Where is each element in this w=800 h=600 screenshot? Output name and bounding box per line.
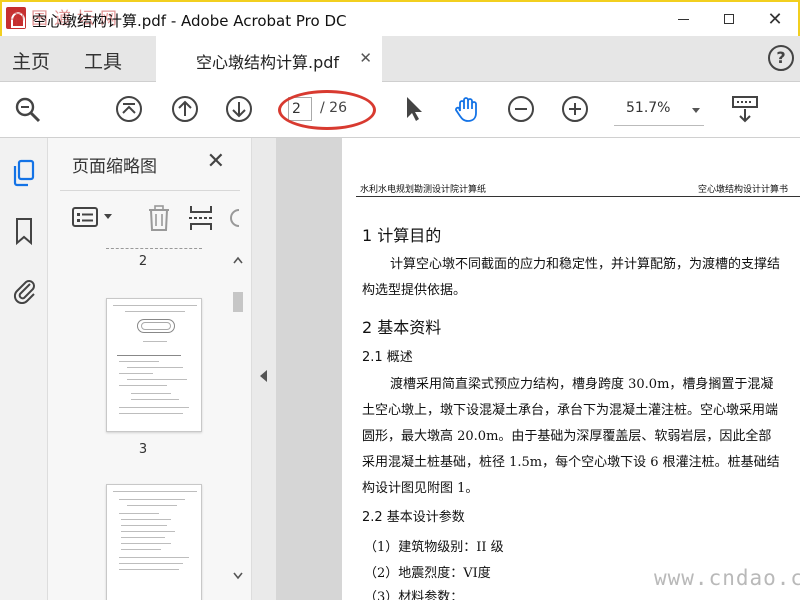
section-2-2-heading: 2.2 基本设计参数 xyxy=(362,510,465,525)
thumbnail-page-number: 2 xyxy=(138,254,148,269)
site-watermark: www.cndao.com xyxy=(654,566,800,590)
section-2-1-text: 渡槽采用简直梁式预应力结构，槽身跨度 30.0m，槽身搁置于混凝土空心墩上，墩下… xyxy=(362,377,780,496)
next-page-icon[interactable] xyxy=(224,94,254,124)
panel-collapse-strip[interactable] xyxy=(252,138,276,600)
thumbnail-page-1-edge xyxy=(106,248,202,249)
scroll-down-icon[interactable] xyxy=(233,572,243,580)
pdf-page: 水利水电规划勘测设计院计算纸 空心墩结构设计计算书 1 计算目的 计算空心墩不同… xyxy=(342,138,800,600)
page-thumbnails-icon[interactable] xyxy=(10,158,38,188)
panel-divider xyxy=(60,190,240,191)
rotate-page-icon[interactable] xyxy=(228,206,240,230)
minimize-icon xyxy=(677,18,689,20)
window-title: 空心墩结构计算.pdf - Adobe Acrobat Pro DC xyxy=(32,12,347,30)
section-2-heading: 2 基本资料 xyxy=(362,318,442,337)
panel-title: 页面缩略图 xyxy=(72,157,157,177)
select-cursor-icon[interactable] xyxy=(398,94,428,124)
maximize-button[interactable] xyxy=(706,2,752,36)
hand-tool-icon[interactable] xyxy=(452,94,482,124)
navigation-rail xyxy=(0,138,48,600)
thumbnail-list: 2 3 xyxy=(48,248,238,600)
page-header-right: 空心墩结构设计计算书 xyxy=(697,185,788,195)
attachment-icon[interactable] xyxy=(10,274,38,304)
search-zoom-icon[interactable] xyxy=(12,94,42,124)
tab-home[interactable]: 主页 xyxy=(12,47,50,74)
toolbar: / 26 51.7% xyxy=(0,82,800,138)
previous-page-icon[interactable] xyxy=(170,94,200,124)
section-1-text: 计算空心墩不同截面的应力和稳定性，并计算配筋，为渡槽的支撑结构选型提供依据。 xyxy=(362,257,781,298)
options-menu-icon[interactable] xyxy=(72,206,98,228)
param-item: （1）建筑物级别：II 级 xyxy=(364,540,504,555)
param-item: （3）材料参数： xyxy=(364,590,464,600)
chevron-down-icon[interactable] xyxy=(104,214,112,219)
zoom-out-icon[interactable] xyxy=(506,94,536,124)
document-view[interactable]: 水利水电规划勘测设计院计算纸 空心墩结构设计计算书 1 计算目的 计算空心墩不同… xyxy=(276,138,800,600)
close-tab-icon[interactable]: ✕ xyxy=(359,49,372,67)
panel-toolbar xyxy=(48,196,252,240)
delete-page-icon[interactable] xyxy=(146,204,172,232)
first-page-icon[interactable] xyxy=(114,94,144,124)
thumbnail-panel: 页面缩略图 ✕ 2 3 xyxy=(48,138,252,600)
zoom-in-icon[interactable] xyxy=(560,94,590,124)
extract-pages-icon[interactable] xyxy=(188,204,214,232)
keyboard-scroll-icon[interactable] xyxy=(730,94,760,124)
title-bar: 中国道坛网 空心墩结构计算.pdf - Adobe Acrobat Pro DC… xyxy=(0,0,800,36)
document-tab-label: 空心墩结构计算.pdf xyxy=(196,53,340,72)
section-2-1-heading: 2.1 概述 xyxy=(362,350,413,365)
help-button[interactable]: ? xyxy=(768,45,794,71)
maximize-icon xyxy=(724,14,734,24)
zoom-value: 51.7% xyxy=(626,100,671,116)
thumbnail-page-number: 3 xyxy=(138,442,148,457)
close-panel-icon[interactable]: ✕ xyxy=(207,149,225,174)
annotation-highlight-oval xyxy=(278,90,376,130)
bookmark-icon[interactable] xyxy=(10,216,38,246)
thumbnail-page-3[interactable] xyxy=(106,298,202,432)
scrollbar-thumb[interactable] xyxy=(233,292,243,312)
thumbnail-page-4[interactable] xyxy=(106,484,202,600)
close-window-button[interactable]: ✕ xyxy=(752,2,798,36)
page-header-left: 水利水电规划勘测设计院计算纸 xyxy=(360,185,487,195)
tab-bar: 主页 工具 空心墩结构计算.pdf ✕ ? xyxy=(0,36,800,82)
close-icon: ✕ xyxy=(767,8,783,30)
minimize-button[interactable] xyxy=(660,2,706,36)
zoom-select[interactable]: 51.7% xyxy=(614,100,704,126)
header-rule xyxy=(356,196,800,197)
scroll-up-icon[interactable] xyxy=(233,256,243,264)
collapse-arrow-icon[interactable] xyxy=(260,370,267,382)
tab-tools[interactable]: 工具 xyxy=(84,47,122,74)
param-item: （2）地震烈度：VI度 xyxy=(364,566,491,581)
section-1-heading: 1 计算目的 xyxy=(362,226,442,245)
thumbnail-scrollbar[interactable] xyxy=(233,248,243,594)
chevron-down-icon xyxy=(692,108,700,113)
tab-document[interactable]: 空心墩结构计算.pdf ✕ xyxy=(158,36,382,82)
